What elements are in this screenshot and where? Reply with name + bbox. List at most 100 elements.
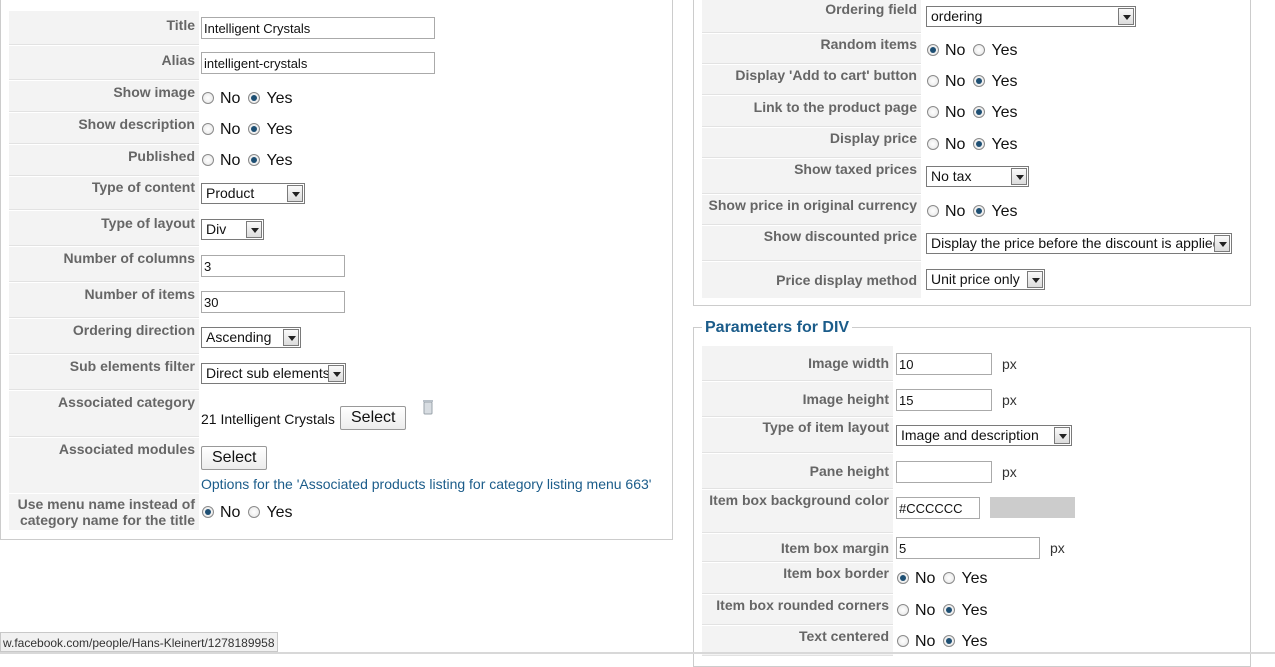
no-label: No — [945, 42, 966, 59]
show-taxed-value: No tax — [931, 168, 972, 184]
random-items-yes-radio[interactable] — [973, 44, 986, 56]
chevron-down-icon — [283, 329, 299, 346]
item-layout-value: Image and description — [901, 427, 1039, 443]
px-unit: px — [1002, 356, 1017, 372]
select-category-button[interactable]: Select — [340, 406, 407, 430]
options-link[interactable]: Options for the 'Associated products lis… — [201, 476, 651, 492]
px-unit: px — [1002, 464, 1017, 480]
add-to-cart-no-radio[interactable] — [927, 75, 939, 87]
bg-color-input[interactable] — [896, 497, 980, 519]
chevron-down-icon — [1011, 168, 1027, 185]
show-taxed-select[interactable]: No tax — [926, 166, 1029, 187]
associated-category-label: Associated category — [9, 391, 199, 437]
show-description-label: Show description — [9, 113, 199, 144]
chevron-down-icon — [328, 365, 344, 382]
rounded-corners-row: Item box rounded corners No Yes — [702, 595, 1250, 625]
random-items-no-radio[interactable] — [927, 44, 939, 56]
pane-height-label: Pane height — [702, 454, 893, 489]
item-layout-label: Type of item layout — [702, 418, 893, 453]
select-modules-button[interactable]: Select — [201, 446, 268, 470]
ordering-field-select[interactable]: ordering — [926, 6, 1136, 27]
type-of-layout-select[interactable]: Div — [201, 219, 264, 240]
number-of-items-input[interactable] — [201, 291, 345, 313]
type-of-content-row: Type of content Product — [9, 177, 672, 210]
number-of-columns-label: Number of columns — [9, 247, 199, 282]
image-height-label: Image height — [702, 382, 893, 417]
add-to-cart-label: Display 'Add to cart' button — [702, 65, 921, 95]
show-description-no-radio[interactable] — [202, 123, 214, 135]
link-product-label: Link to the product page — [702, 96, 921, 127]
no-label: No — [945, 136, 966, 153]
trash-icon[interactable] — [422, 399, 434, 415]
show-image-yes-radio[interactable] — [248, 92, 261, 104]
original-currency-no-radio[interactable] — [927, 205, 939, 217]
chevron-down-icon — [1054, 427, 1070, 444]
px-unit: px — [1050, 540, 1065, 556]
use-menu-name-no-radio[interactable] — [202, 506, 214, 518]
price-method-label: Price display method — [702, 262, 921, 298]
no-label: No — [915, 570, 936, 587]
original-currency-yes-radio[interactable] — [973, 205, 986, 217]
image-width-input[interactable] — [896, 353, 992, 375]
rounded-corners-yes-radio[interactable] — [943, 604, 956, 616]
item-margin-input[interactable] — [896, 537, 1040, 559]
item-border-row: Item box border No Yes — [702, 563, 1250, 594]
pane-height-input[interactable] — [896, 461, 992, 483]
image-height-row: Image height px — [702, 382, 1250, 417]
sub-elements-select[interactable]: Direct sub elements — [201, 363, 346, 384]
text-centered-no-radio[interactable] — [897, 635, 909, 647]
image-width-label: Image width — [702, 346, 893, 381]
use-menu-name-label-line1: Use menu name instead of — [17, 496, 195, 512]
chevron-down-icon — [1027, 271, 1043, 288]
number-of-columns-input[interactable] — [201, 255, 345, 277]
chevron-down-icon — [1118, 8, 1134, 25]
link-product-row: Link to the product page No Yes — [702, 96, 1250, 127]
use-menu-name-yes-radio[interactable] — [248, 506, 261, 518]
alias-input[interactable] — [201, 52, 435, 74]
associated-modules-row: Associated modules Select Options for th… — [9, 438, 672, 493]
no-label: No — [220, 121, 241, 138]
link-product-yes-radio[interactable] — [973, 106, 986, 118]
ordering-direction-row: Ordering direction Ascending — [9, 319, 672, 354]
published-row: Published No Yes — [9, 145, 672, 176]
yes-label: Yes — [266, 152, 293, 169]
yes-label: Yes — [961, 570, 988, 587]
show-image-no-radio[interactable] — [202, 92, 214, 104]
px-unit: px — [1002, 392, 1017, 408]
chevron-down-icon — [287, 185, 303, 202]
discounted-price-row: Show discounted price Display the price … — [702, 226, 1250, 261]
item-layout-select[interactable]: Image and description — [896, 425, 1072, 446]
rounded-corners-no-radio[interactable] — [897, 604, 909, 616]
published-yes-radio[interactable] — [248, 154, 261, 166]
sub-elements-value: Direct sub elements — [206, 365, 330, 381]
use-menu-name-label-line2: category name for the title — [19, 512, 195, 528]
random-items-label: Random items — [702, 34, 921, 64]
show-description-yes-radio[interactable] — [248, 123, 261, 135]
item-border-no-radio[interactable] — [897, 572, 909, 584]
discounted-price-select[interactable]: Display the price before the discount is… — [926, 233, 1232, 254]
add-to-cart-yes-radio[interactable] — [973, 75, 986, 87]
associated-category-value: 21 Intelligent Crystals — [201, 411, 335, 427]
link-product-no-radio[interactable] — [927, 106, 939, 118]
title-input[interactable] — [201, 17, 435, 39]
text-centered-yes-radio[interactable] — [943, 635, 956, 647]
price-method-select[interactable]: Unit price only — [926, 269, 1045, 290]
no-label: No — [945, 73, 966, 90]
show-image-label: Show image — [9, 81, 199, 112]
discounted-price-value: Display the price before the discount is… — [931, 235, 1221, 251]
image-height-input[interactable] — [896, 389, 992, 411]
ordering-direction-select[interactable]: Ascending — [201, 327, 301, 348]
type-of-layout-value: Div — [206, 221, 227, 237]
published-no-radio[interactable] — [202, 154, 214, 166]
item-border-yes-radio[interactable] — [943, 572, 956, 584]
item-layout-row: Type of item layout Image and descriptio… — [702, 418, 1250, 453]
type-of-content-select[interactable]: Product — [201, 183, 305, 204]
color-swatch[interactable] — [990, 497, 1075, 518]
display-price-yes-radio[interactable] — [973, 138, 986, 150]
yes-label: Yes — [991, 104, 1018, 121]
item-margin-label: Item box margin — [702, 534, 893, 562]
div-parameters-legend: Parameters for DIV — [702, 319, 853, 337]
published-label: Published — [9, 145, 199, 176]
display-price-no-radio[interactable] — [927, 138, 939, 150]
price-method-value: Unit price only — [931, 271, 1020, 287]
